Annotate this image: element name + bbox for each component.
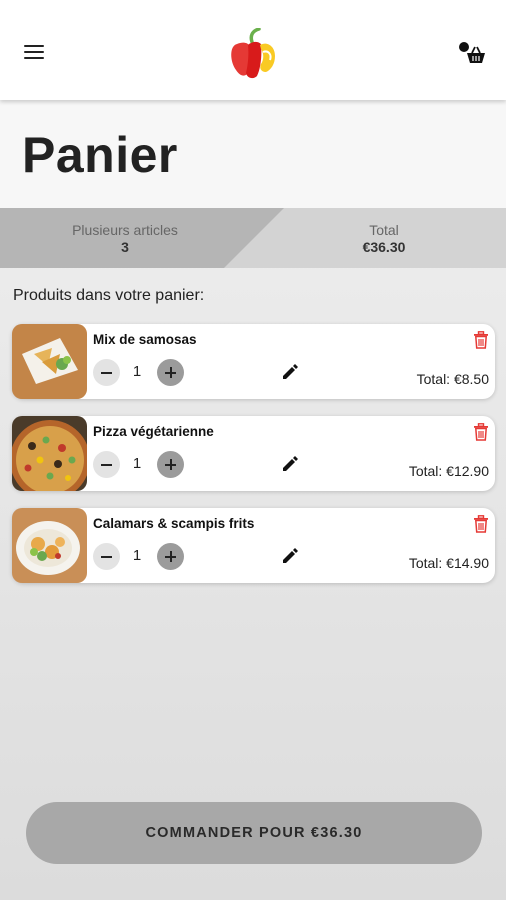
quantity-value: 1: [132, 455, 142, 472]
items-count: 3: [121, 239, 129, 255]
bell-pepper-logo: [231, 28, 275, 79]
product-total: Total: €14.90: [408, 555, 489, 571]
items-count-summary: Plusieurs articles 3: [0, 208, 250, 268]
edit-pencil-icon[interactable]: [280, 362, 300, 382]
items-label: Plusieurs articles: [72, 222, 178, 238]
quantity-value: 1: [132, 547, 142, 564]
page-title: Panier: [22, 127, 178, 183]
total-summary: Total €36.30: [262, 208, 506, 268]
app-bar: [0, 0, 506, 100]
cart-item-card: Calamars & scampis frits 1 Total: €14.90: [12, 508, 495, 583]
delete-trash-icon[interactable]: [473, 331, 489, 349]
pizza-product-image: [12, 416, 87, 491]
delete-trash-icon[interactable]: [473, 423, 489, 441]
product-name: Calamars & scampis frits: [93, 516, 255, 531]
edit-pencil-icon[interactable]: [280, 454, 300, 474]
hamburger-menu-icon[interactable]: [24, 45, 44, 61]
product-total: Total: €8.50: [416, 371, 489, 387]
decrease-quantity-button[interactable]: [93, 359, 120, 386]
edit-pencil-icon[interactable]: [280, 546, 300, 566]
product-name: Mix de samosas: [93, 332, 197, 347]
decrease-quantity-button[interactable]: [93, 451, 120, 478]
total-value: €36.30: [362, 239, 406, 255]
decrease-quantity-button[interactable]: [93, 543, 120, 570]
calamari-product-image: [12, 508, 87, 583]
cart-summary-bar: Plusieurs articles 3 Total €36.30: [0, 208, 506, 268]
order-button[interactable]: COMMANDER POUR €36.30: [26, 802, 482, 864]
quantity-value: 1: [132, 363, 142, 380]
user-basket-icon[interactable]: [458, 40, 488, 66]
samosa-product-image: [12, 324, 87, 399]
increase-quantity-button[interactable]: [157, 359, 184, 386]
total-label: Total: [369, 222, 399, 238]
cart-item-card: Mix de samosas 1 Total: €8.50: [12, 324, 495, 399]
increase-quantity-button[interactable]: [157, 543, 184, 570]
product-total: Total: €12.90: [408, 463, 489, 479]
products-section-label: Produits dans votre panier:: [13, 287, 205, 304]
product-name: Pizza végétarienne: [93, 424, 214, 439]
delete-trash-icon[interactable]: [473, 515, 489, 533]
increase-quantity-button[interactable]: [157, 451, 184, 478]
cart-item-card: Pizza végétarienne 1 Total: €12.90: [12, 416, 495, 491]
